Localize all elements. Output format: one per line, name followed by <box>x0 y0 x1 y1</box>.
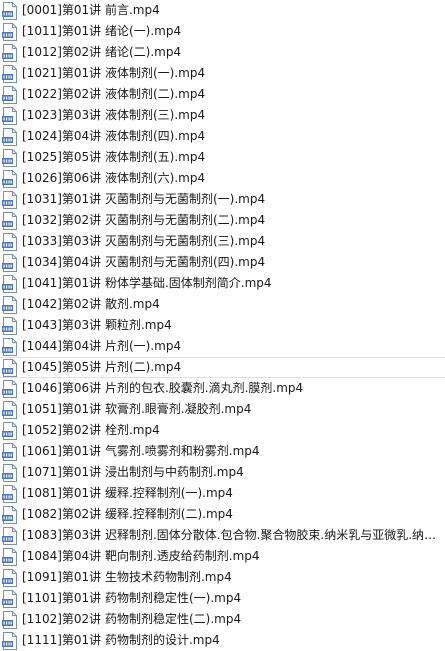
file-name: [1046]第06讲 片剂的包衣.胶囊剂.滴丸剂.膜剂.mp4 <box>22 381 304 395</box>
file-item[interactable]: [1081]第01讲 缓释.控释制剂(一).mp4 <box>0 483 445 504</box>
file-name: [1045]第05讲 片剂(二).mp4 <box>22 360 182 374</box>
mp4-file-icon <box>2 106 18 125</box>
file-name: [1071]第01讲 浸出制剂与中药制剂.mp4 <box>22 465 244 479</box>
mp4-file-icon <box>2 589 18 608</box>
file-item[interactable]: [1083]第03讲 迟释制剂.固体分散体.包合物.聚合物胶束.纳米乳与亚微乳.… <box>0 525 445 546</box>
file-item[interactable]: [1102]第02讲 药物制剂稳定性(二).mp4 <box>0 609 445 630</box>
file-item[interactable]: [1052]第02讲 栓剂.mp4 <box>0 420 445 441</box>
file-item[interactable]: [1025]第05讲 液体制剂(五).mp4 <box>0 147 445 168</box>
file-item[interactable]: [1031]第01讲 灭菌制剂与无菌制剂(一).mp4 <box>0 189 445 210</box>
file-name: [1023]第03讲 液体制剂(三).mp4 <box>22 108 206 122</box>
file-item[interactable]: [1091]第01讲 生物技术药物制剂.mp4 <box>0 567 445 588</box>
file-name: [1031]第01讲 灭菌制剂与无菌制剂(一).mp4 <box>22 192 266 206</box>
mp4-file-icon <box>2 274 18 293</box>
file-name: [0001]第01讲 前言.mp4 <box>22 3 160 17</box>
file-item[interactable]: [1012]第02讲 绪论(二).mp4 <box>0 42 445 63</box>
file-item[interactable]: [1033]第03讲 灭菌制剂与无菌制剂(三).mp4 <box>0 231 445 252</box>
mp4-file-icon <box>2 505 18 524</box>
file-name: [1041]第01讲 粉体学基础.固体制剂简介.mp4 <box>22 276 272 290</box>
file-name: [1051]第01讲 软膏剂.眼膏剂.凝胶剂.mp4 <box>22 402 252 416</box>
mp4-file-icon <box>2 484 18 503</box>
file-list: [0001]第01讲 前言.mp4 [1011]第01讲 绪论(一).mp4 [10… <box>0 0 445 651</box>
mp4-file-icon <box>2 526 18 545</box>
file-name: [1012]第02讲 绪论(二).mp4 <box>22 45 182 59</box>
file-name: [1083]第03讲 迟释制剂.固体分散体.包合物.聚合物胶束.纳米乳与亚微乳.… <box>22 528 445 542</box>
mp4-file-icon <box>2 295 18 314</box>
file-name: [1091]第01讲 生物技术药物制剂.mp4 <box>22 570 232 584</box>
file-item[interactable]: [1061]第01讲 气雾剂.喷雾剂和粉雾剂.mp4 <box>0 441 445 462</box>
file-name: [1101]第01讲 药物制剂稳定性(一).mp4 <box>22 591 242 605</box>
file-item[interactable]: [1041]第01讲 粉体学基础.固体制剂简介.mp4 <box>0 273 445 294</box>
file-item[interactable]: [1051]第01讲 软膏剂.眼膏剂.凝胶剂.mp4 <box>0 399 445 420</box>
mp4-file-icon <box>2 463 18 482</box>
file-item[interactable]: [0001]第01讲 前言.mp4 <box>0 0 445 21</box>
file-name: [1034]第04讲 灭菌制剂与无菌制剂(四).mp4 <box>22 255 266 269</box>
mp4-file-icon <box>2 1 18 20</box>
mp4-file-icon <box>2 358 18 377</box>
file-name: [1052]第02讲 栓剂.mp4 <box>22 423 160 437</box>
file-name: [1033]第03讲 灭菌制剂与无菌制剂(三).mp4 <box>22 234 266 248</box>
file-item[interactable]: [1044]第04讲 片剂(一).mp4 <box>0 336 445 357</box>
file-name: [1082]第02讲 缓释.控释制剂(二).mp4 <box>22 507 233 521</box>
file-item[interactable]: [1111]第01讲 药物制剂的设计.mp4 <box>0 630 445 651</box>
file-item[interactable]: [1034]第04讲 灭菌制剂与无菌制剂(四).mp4 <box>0 252 445 273</box>
mp4-file-icon <box>2 379 18 398</box>
file-item[interactable]: [1011]第01讲 绪论(一).mp4 <box>0 21 445 42</box>
mp4-file-icon <box>2 148 18 167</box>
mp4-file-icon <box>2 316 18 335</box>
file-item[interactable]: [1023]第03讲 液体制剂(三).mp4 <box>0 105 445 126</box>
file-name: [1024]第04讲 液体制剂(四).mp4 <box>22 129 206 143</box>
file-name: [1032]第02讲 灭菌制剂与无菌制剂(二).mp4 <box>22 213 266 227</box>
mp4-file-icon <box>2 85 18 104</box>
mp4-file-icon <box>2 127 18 146</box>
file-name: [1042]第02讲 散剂.mp4 <box>22 297 160 311</box>
mp4-file-icon <box>2 22 18 41</box>
mp4-file-icon <box>2 64 18 83</box>
file-item[interactable]: [1045]第05讲 片剂(二).mp4 <box>0 357 445 378</box>
file-name: [1026]第06讲 液体制剂(六).mp4 <box>22 171 206 185</box>
file-item[interactable]: [1101]第01讲 药物制剂稳定性(一).mp4 <box>0 588 445 609</box>
file-item[interactable]: [1043]第03讲 颗粒剂.mp4 <box>0 315 445 336</box>
file-item[interactable]: [1042]第02讲 散剂.mp4 <box>0 294 445 315</box>
mp4-file-icon <box>2 631 18 650</box>
file-item[interactable]: [1084]第04讲 靶向制剂.透皮给药制剂.mp4 <box>0 546 445 567</box>
mp4-file-icon <box>2 421 18 440</box>
file-item[interactable]: [1071]第01讲 浸出制剂与中药制剂.mp4 <box>0 462 445 483</box>
file-name: [1111]第01讲 药物制剂的设计.mp4 <box>22 633 220 647</box>
file-item[interactable]: [1046]第06讲 片剂的包衣.胶囊剂.滴丸剂.膜剂.mp4 <box>0 378 445 399</box>
mp4-file-icon <box>2 337 18 356</box>
mp4-file-icon <box>2 43 18 62</box>
mp4-file-icon <box>2 568 18 587</box>
file-item[interactable]: [1021]第01讲 液体制剂(一).mp4 <box>0 63 445 84</box>
file-name: [1061]第01讲 气雾剂.喷雾剂和粉雾剂.mp4 <box>22 444 260 458</box>
file-item[interactable]: [1022]第02讲 液体制剂(二).mp4 <box>0 84 445 105</box>
file-name: [1011]第01讲 绪论(一).mp4 <box>22 24 182 38</box>
file-name: [1081]第01讲 缓释.控释制剂(一).mp4 <box>22 486 233 500</box>
file-item[interactable]: [1082]第02讲 缓释.控释制剂(二).mp4 <box>0 504 445 525</box>
file-item[interactable]: [1026]第06讲 液体制剂(六).mp4 <box>0 168 445 189</box>
file-name: [1084]第04讲 靶向制剂.透皮给药制剂.mp4 <box>22 549 260 563</box>
file-name: [1022]第02讲 液体制剂(二).mp4 <box>22 87 206 101</box>
file-name: [1021]第01讲 液体制剂(一).mp4 <box>22 66 206 80</box>
file-item[interactable]: [1032]第02讲 灭菌制剂与无菌制剂(二).mp4 <box>0 210 445 231</box>
file-name: [1044]第04讲 片剂(一).mp4 <box>22 339 182 353</box>
mp4-file-icon <box>2 232 18 251</box>
mp4-file-icon <box>2 610 18 629</box>
mp4-file-icon <box>2 211 18 230</box>
file-name: [1043]第03讲 颗粒剂.mp4 <box>22 318 172 332</box>
mp4-file-icon <box>2 169 18 188</box>
file-item[interactable]: [1024]第04讲 液体制剂(四).mp4 <box>0 126 445 147</box>
file-name: [1102]第02讲 药物制剂稳定性(二).mp4 <box>22 612 242 626</box>
mp4-file-icon <box>2 442 18 461</box>
mp4-file-icon <box>2 547 18 566</box>
mp4-file-icon <box>2 400 18 419</box>
mp4-file-icon <box>2 190 18 209</box>
file-name: [1025]第05讲 液体制剂(五).mp4 <box>22 150 206 164</box>
mp4-file-icon <box>2 253 18 272</box>
